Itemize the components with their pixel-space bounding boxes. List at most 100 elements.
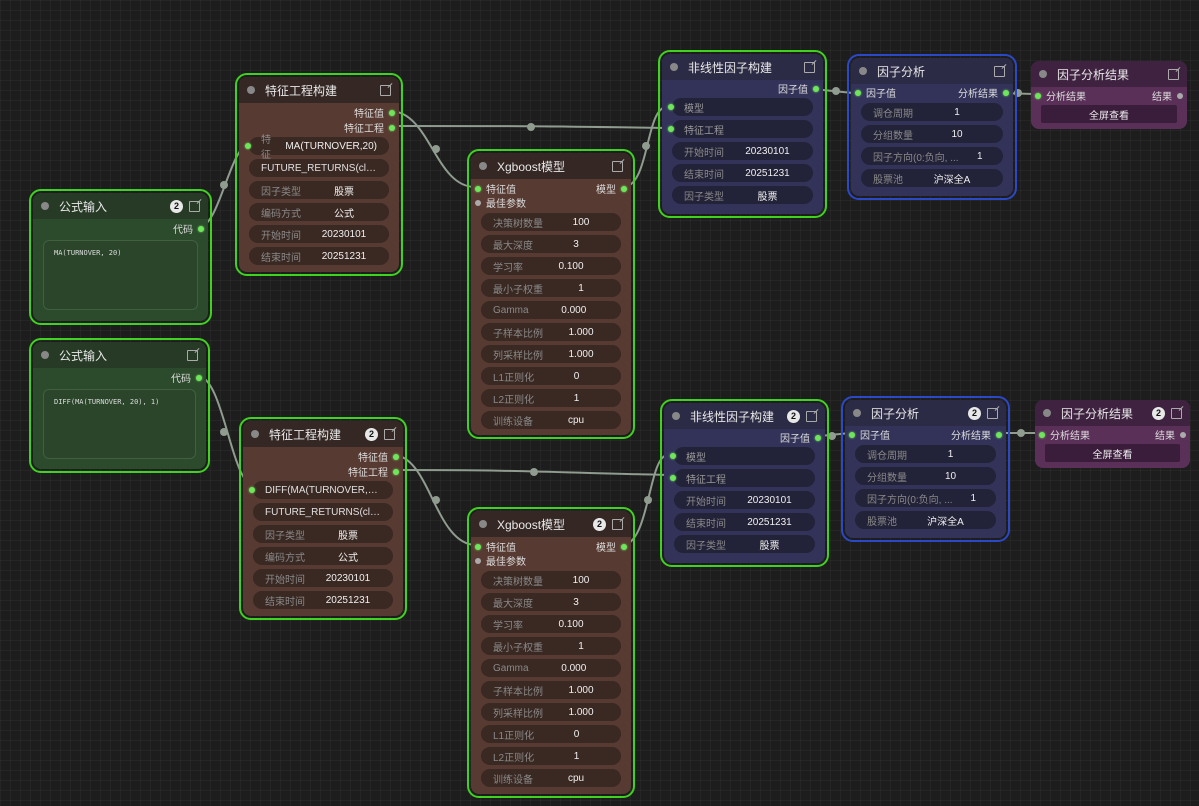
input-socket[interactable] — [855, 89, 861, 96]
param-subsample[interactable]: 子样本比例 1.000 — [481, 323, 621, 341]
encoding-select[interactable]: 编码方式 公式 — [253, 547, 393, 565]
param-l1[interactable]: L1正则化 0 — [481, 367, 621, 385]
end-date-input[interactable]: 结束时间 20251231 — [249, 247, 389, 265]
xgboost-model-node-1[interactable]: Xgboost模型 特征值 模型 最佳参数 决策树数量 100 最大深度 3 学习率… — [467, 149, 635, 439]
feature-formula-input[interactable]: 特征 MA(TURNOVER,20) — [245, 135, 389, 161]
code-textarea[interactable]: DIFF(MA(TURNOVER, 20), 1) — [43, 389, 196, 459]
output-socket[interactable] — [389, 124, 395, 131]
param-l2[interactable]: L2正则化 1 — [481, 389, 621, 407]
collapse-dot-icon[interactable] — [670, 63, 678, 71]
edit-icon[interactable] — [804, 61, 815, 73]
group-count-input[interactable]: 分组数量 10 — [861, 125, 1003, 143]
param-device[interactable]: 训练设备 cpu — [481, 769, 621, 787]
node-titlebar[interactable]: Xgboost模型 2 — [471, 511, 631, 537]
param-learning-rate[interactable]: 学习率 0.100 — [481, 257, 621, 275]
edit-icon[interactable] — [1168, 68, 1179, 80]
rebalance-period-input[interactable]: 调仓周期 1 — [861, 103, 1003, 121]
input-socket[interactable] — [1035, 92, 1041, 99]
rebalance-period-input[interactable]: 调仓周期 1 — [855, 445, 996, 463]
output-socket[interactable] — [196, 374, 202, 381]
input-socket[interactable] — [849, 431, 855, 438]
edit-icon[interactable] — [380, 84, 391, 96]
target-formula-input[interactable]: FUTURE_RETURNS(clos... — [249, 159, 389, 177]
start-date-input[interactable]: 开始时间 20230101 — [672, 142, 813, 160]
collapse-dot-icon[interactable] — [1039, 70, 1047, 78]
node-titlebar[interactable]: 非线性因子构建 — [662, 54, 823, 80]
node-titlebar[interactable]: 公式输入 — [33, 342, 206, 368]
start-date-input[interactable]: 开始时间 20230101 — [249, 225, 389, 243]
edit-icon[interactable] — [189, 200, 200, 212]
param-gamma[interactable]: Gamma 0.000 — [481, 301, 621, 319]
collapse-dot-icon[interactable] — [41, 202, 49, 210]
input-socket[interactable] — [475, 543, 481, 550]
factor-analysis-result-node-1[interactable]: 因子分析结果 分析结果 结果 全屏查看 — [1031, 61, 1187, 129]
formula-input-node-1[interactable]: 公式输入 2 代码 MA(TURNOVER, 20) — [29, 189, 212, 325]
output-socket[interactable] — [389, 109, 395, 116]
factor-type-select[interactable]: 因子类型 股票 — [674, 535, 815, 553]
input-socket[interactable] — [475, 185, 481, 192]
param-n-estimators[interactable]: 决策树数量 100 — [481, 571, 621, 589]
fullscreen-view-button[interactable]: 全屏查看 — [1045, 444, 1180, 462]
param-gamma[interactable]: Gamma 0.000 — [481, 659, 621, 677]
param-subsample[interactable]: 子样本比例 1.000 — [481, 681, 621, 699]
factor-analysis-node-1[interactable]: 因子分析 因子值 分析结果 调仓周期 1 分组数量 10 因子方向(0:负向, ..… — [847, 54, 1017, 200]
param-learning-rate[interactable]: 学习率 0.100 — [481, 615, 621, 633]
param-l1[interactable]: L1正则化 0 — [481, 725, 621, 743]
edit-icon[interactable] — [1171, 407, 1182, 419]
output-socket[interactable] — [393, 468, 399, 475]
param-colsample[interactable]: 列采样比例 1.000 — [481, 345, 621, 363]
output-socket[interactable] — [813, 85, 819, 92]
model-input-socket[interactable]: 模型 — [668, 98, 813, 116]
factor-type-select[interactable]: 因子类型 股票 — [249, 181, 389, 199]
feature-engineering-node-2[interactable]: 特征工程构建 2 特征值 特征工程 DIFF(MA(TURNOVER,20)..… — [239, 417, 407, 620]
node-titlebar[interactable]: 因子分析结果 2 — [1035, 400, 1190, 426]
edit-icon[interactable] — [384, 428, 395, 440]
output-socket[interactable] — [198, 225, 204, 232]
output-socket[interactable] — [393, 453, 399, 460]
param-min-child-weight[interactable]: 最小子权重 1 — [481, 279, 621, 297]
output-socket[interactable] — [815, 434, 821, 441]
node-titlebar[interactable]: 非线性因子构建 2 — [664, 403, 825, 429]
feature-engineering-socket[interactable]: 特征工程 — [670, 469, 815, 487]
feature-formula-input[interactable]: DIFF(MA(TURNOVER,20)... — [249, 481, 393, 499]
node-titlebar[interactable]: 因子分析结果 — [1031, 61, 1187, 87]
collapse-dot-icon[interactable] — [1043, 409, 1051, 417]
stock-pool-select[interactable]: 股票池 沪深全A — [855, 511, 996, 529]
collapse-dot-icon[interactable] — [672, 412, 680, 420]
stock-pool-select[interactable]: 股票池 沪深全A — [861, 169, 1003, 187]
end-date-input[interactable]: 结束时间 20251231 — [253, 591, 393, 609]
collapse-dot-icon[interactable] — [247, 86, 255, 94]
group-count-input[interactable]: 分组数量 10 — [855, 467, 996, 485]
output-socket[interactable] — [621, 185, 627, 192]
feature-engineering-socket[interactable]: 特征工程 — [668, 120, 813, 138]
target-formula-input[interactable]: FUTURE_RETURNS(clos... — [253, 503, 393, 521]
input-socket[interactable] — [1039, 431, 1045, 438]
output-socket[interactable] — [1003, 89, 1009, 96]
encoding-select[interactable]: 编码方式 公式 — [249, 203, 389, 221]
output-socket[interactable] — [996, 431, 1002, 438]
param-max-depth[interactable]: 最大深度 3 — [481, 593, 621, 611]
feature-engineering-node-1[interactable]: 特征工程构建 特征值 特征工程 特征 MA(TURNOVER,20) FUTURE… — [235, 73, 403, 276]
start-date-input[interactable]: 开始时间 20230101 — [674, 491, 815, 509]
node-titlebar[interactable]: 特征工程构建 — [239, 77, 399, 103]
model-input-socket[interactable]: 模型 — [670, 447, 815, 465]
end-date-input[interactable]: 结束时间 20251231 — [672, 164, 813, 182]
factor-type-select[interactable]: 因子类型 股票 — [672, 186, 813, 204]
node-titlebar[interactable]: 因子分析 2 — [845, 400, 1006, 426]
factor-type-select[interactable]: 因子类型 股票 — [253, 525, 393, 543]
param-max-depth[interactable]: 最大深度 3 — [481, 235, 621, 253]
node-titlebar[interactable]: 公式输入 2 — [33, 193, 208, 219]
end-date-input[interactable]: 结束时间 20251231 — [674, 513, 815, 531]
param-n-estimators[interactable]: 决策树数量 100 — [481, 213, 621, 231]
node-titlebar[interactable]: 特征工程构建 2 — [243, 421, 403, 447]
param-min-child-weight[interactable]: 最小子权重 1 — [481, 637, 621, 655]
output-socket[interactable] — [1177, 92, 1183, 99]
collapse-dot-icon[interactable] — [479, 520, 487, 528]
edit-icon[interactable] — [612, 160, 623, 172]
edit-icon[interactable] — [806, 410, 817, 422]
xgboost-model-node-2[interactable]: Xgboost模型 2 特征值 模型 最佳参数 决策树数量 100 最大深度 3 学… — [467, 507, 635, 798]
edit-icon[interactable] — [987, 407, 998, 419]
code-textarea[interactable]: MA(TURNOVER, 20) — [43, 240, 198, 310]
nonlinear-factor-node-2[interactable]: 非线性因子构建 2 因子值 模型 特征工程 开始时间 20230101 结束时间 2… — [660, 399, 829, 567]
collapse-dot-icon[interactable] — [859, 67, 867, 75]
